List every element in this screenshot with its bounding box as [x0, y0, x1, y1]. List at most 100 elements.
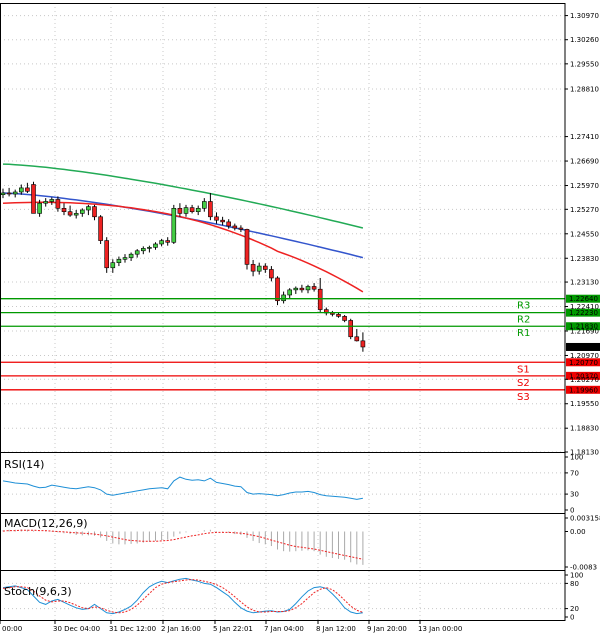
time-tick-label: 5 Jan 22:01: [213, 625, 253, 633]
candle-body: [141, 248, 146, 252]
candle-body: [43, 201, 49, 204]
price-tick-label: 1.20270: [570, 376, 599, 384]
candle-body: [208, 201, 213, 218]
stochastic-indicator: Stoch(9,6,3) 10080 200: [0, 572, 583, 622]
candle-body: [98, 216, 103, 241]
price-tick-label: 1.30260: [570, 36, 599, 44]
candle-body: [244, 229, 250, 265]
candle-body: [287, 289, 293, 296]
candle: [165, 237, 170, 246]
candle: [92, 204, 97, 221]
price-tick-label: 1.29550: [570, 60, 599, 68]
time-tick-label: 31 Dec 12:00: [109, 625, 156, 633]
candle: [12, 189, 18, 198]
indicator-tick-label: 70: [570, 469, 579, 477]
candle-body: [49, 199, 55, 202]
indicator-tick-label: 0: [570, 507, 574, 515]
candle: [0, 188, 6, 199]
time-tick-label: 8 Jan 12:00: [316, 625, 356, 633]
pivot-levels: R31.22640R21.22230R11.21830S11.20770S21.…: [0, 294, 600, 403]
price-tick-label: 1.23830: [570, 255, 599, 263]
candle: [269, 266, 274, 282]
candle-body: [269, 269, 274, 279]
candle: [43, 198, 49, 207]
candle: [342, 315, 347, 323]
pivot-level-label: S1: [517, 364, 530, 375]
candle-body: [202, 201, 207, 209]
price-tick-label: 1.21690: [570, 327, 599, 335]
candle: [244, 228, 250, 270]
indicator-tick-label: 20: [570, 605, 579, 613]
candle-body: [12, 191, 18, 195]
candle-body: [18, 187, 24, 193]
candle-body: [348, 320, 354, 338]
candle-body: [360, 340, 366, 348]
panel-frame: [0, 570, 566, 621]
candle: [49, 197, 55, 205]
candle-body: [220, 219, 225, 223]
candle: [128, 252, 134, 261]
candle-body: [110, 262, 116, 269]
candle-body: [214, 216, 219, 221]
candle: [98, 215, 103, 244]
time-tick-label: 9 Jan 20:00: [367, 625, 407, 633]
candle: [287, 288, 293, 299]
indicator-tick-label: 0.00: [570, 528, 586, 536]
candle-body: [250, 264, 256, 272]
candle: [122, 254, 128, 263]
candle-body: [92, 206, 97, 218]
candle-body: [116, 258, 122, 263]
candle: [330, 310, 335, 317]
candle: [311, 283, 317, 292]
candle-body: [281, 294, 286, 302]
candle-body: [104, 240, 109, 269]
candle: [317, 277, 323, 312]
pivot-price-tag-text: 1.19960: [569, 386, 598, 394]
price-tick-label: 1.20970: [570, 352, 599, 360]
candle: [275, 276, 280, 306]
candle-body: [262, 265, 268, 270]
price-tick-label: 1.26690: [570, 158, 599, 166]
candle-body: [37, 202, 42, 214]
candle: [159, 238, 164, 247]
axis-labels: 1.30970 1.30260 1.29550 1.28810 1.27410 1.266…: [0, 12, 599, 633]
candle-body: [134, 250, 140, 255]
candle-body: [195, 207, 201, 212]
panel-frame: [0, 3, 566, 453]
time-tick-label: 13 Jan 00:00: [418, 625, 462, 633]
candle: [6, 187, 12, 197]
candle-body: [342, 316, 347, 321]
candle-body: [336, 314, 341, 317]
candle-body: [61, 207, 67, 212]
time-tick-label: 7 Jan 04:00: [264, 625, 304, 633]
candle: [67, 205, 73, 217]
candle: [299, 284, 305, 293]
candle: [336, 312, 341, 318]
candle: [171, 204, 177, 244]
candle: [189, 204, 195, 214]
pivot-level-label: R2: [517, 315, 530, 326]
candle-body: [73, 213, 79, 216]
candle-body: [25, 187, 30, 192]
candle: [305, 284, 311, 294]
trading-chart[interactable]: R31.22640R21.22230R11.21830S11.20770S21.…: [0, 0, 600, 635]
candle-body: [55, 199, 61, 209]
macd-indicator: MACD(12,26,9) 0.003158 0.00 -0.0083: [2, 515, 600, 572]
price-tick-label: 1.22410: [570, 303, 599, 311]
candle-body: [305, 286, 311, 291]
candle: [31, 181, 36, 214]
macd-label: MACD(12,26,9): [4, 517, 88, 530]
candle: [250, 259, 256, 277]
rsi-indicator: RSI(14)10070300: [0, 454, 583, 515]
candle-body: [122, 257, 128, 260]
candle-body: [147, 247, 152, 249]
candle-body: [293, 287, 299, 291]
candle: [141, 246, 146, 255]
macd-signal-line: [2, 529, 364, 560]
candle: [214, 212, 219, 224]
candle-body: [232, 225, 238, 229]
candle: [183, 204, 189, 217]
candle-body: [238, 227, 244, 230]
candle-body: [171, 207, 177, 243]
candle: [153, 242, 158, 250]
